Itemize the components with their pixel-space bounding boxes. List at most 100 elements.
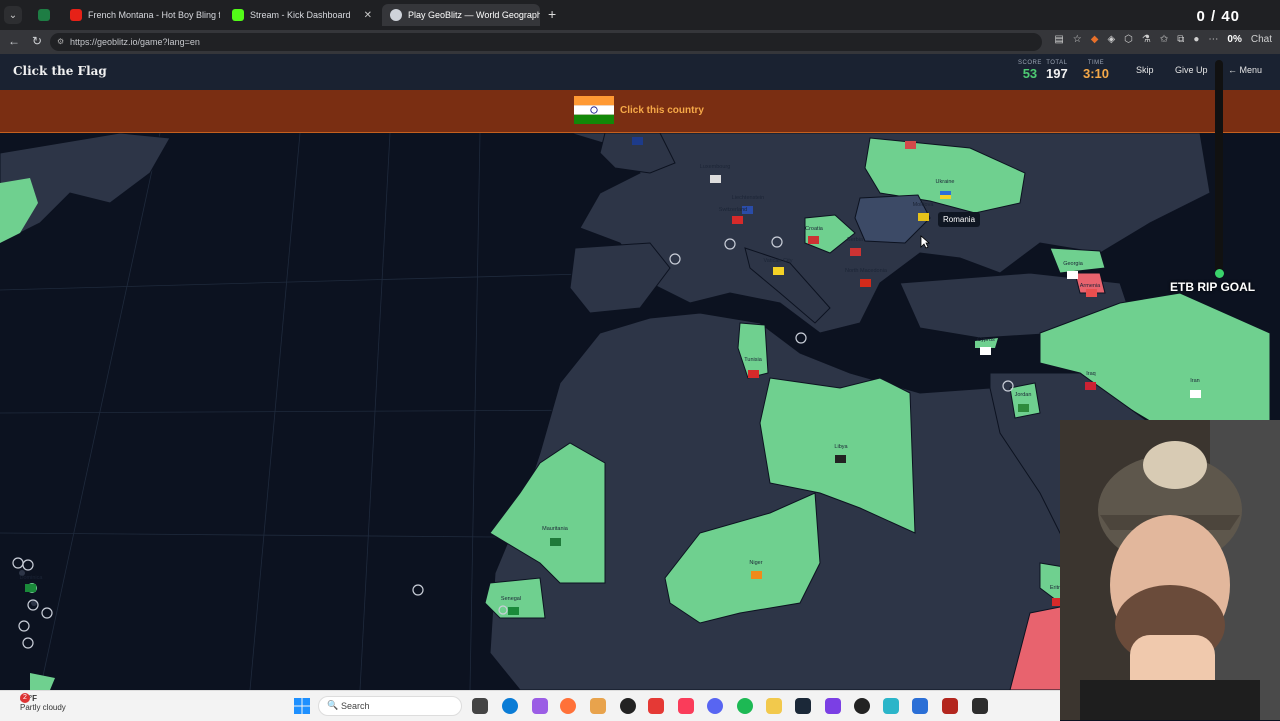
map-label: Liechtenstein [732,195,764,201]
chat-button[interactable]: Chat [1251,34,1272,45]
taskbar-search[interactable]: 🔍 Search [318,696,462,716]
reader-icon[interactable]: ▤ [1054,34,1063,45]
map-label: Georgia [1063,261,1084,267]
address-bar-row: ← ↻ ⚙ https://geoblitz.io/game?lang=en ▤… [0,30,1280,54]
map-label: Vatican City [764,258,793,264]
back-icon[interactable]: ← [8,34,20,48]
kick-icon [232,9,244,21]
app-teal-icon[interactable] [883,698,899,714]
map-label: Serbia [847,237,864,243]
url-text: https://geoblitz.io/game?lang=en [70,37,200,47]
fx-icon[interactable] [912,698,928,714]
goal-progress-bar [1215,60,1224,278]
score-value: 53 [1022,66,1038,81]
tab-list-icon[interactable]: ⌄ [4,6,22,24]
nvidia-icon[interactable] [972,698,988,714]
notification-badge: 2 [20,693,30,703]
app-purple-icon[interactable] [825,698,841,714]
steam-icon[interactable] [795,698,811,714]
discord-icon[interactable] [707,698,723,714]
target-flag-india [574,96,614,124]
weather-desc: Partly cloudy [20,703,66,712]
extension-fox-icon[interactable]: ◆ [1091,34,1099,45]
extension-flask-icon[interactable]: ⚗ [1142,34,1151,45]
map-label: Ukraine [936,179,955,185]
youtube-icon [70,9,82,21]
obs-icon[interactable] [620,698,636,714]
windows-start-icon[interactable] [294,698,310,714]
tab-label: French Montana - Hot Boy Bling ft [88,10,220,20]
reload-icon[interactable]: ↻ [32,34,42,48]
site-info-icon[interactable]: ⚙ [57,37,64,46]
url-input[interactable]: ⚙ https://geoblitz.io/game?lang=en [50,33,1042,51]
map-label: Iran [1190,378,1199,384]
browser-tab-bar: ⌄ French Montana - Hot Boy Bling ft ✕ St… [0,0,1280,30]
game-header: Click the Flag SCORE 53 TOTAL 197 TIME 3… [0,54,1280,91]
favorites-icon[interactable]: ✩ [1160,34,1168,45]
game-title: Click the Flag [13,64,107,78]
hover-tooltip: Romania [938,212,981,227]
collections-icon[interactable]: ⧉ [1177,34,1184,45]
map-label: Senegal [501,596,521,602]
total-value: 197 [1046,66,1068,81]
tab-kick[interactable]: Stream - Kick Dashboard ✕ [224,4,380,26]
app-red-icon[interactable] [648,698,664,714]
goal-progress-dot [1215,269,1224,278]
search-icon: 🔍 [327,700,339,710]
webcam-feed [1060,420,1280,720]
goal-overlay-text: ETB RIP GOAL [1170,280,1256,294]
prompt-text: Click this country [620,105,704,116]
map-label: Dominica [20,575,44,581]
map-label: Tunisia [744,357,762,363]
map-label: Luxembourg [700,164,731,170]
map-label: Cyprus [977,337,995,343]
star-icon[interactable]: ☆ [1073,34,1082,45]
give-up-button[interactable]: Give Up [1175,65,1208,75]
photos-icon[interactable] [590,698,606,714]
tab-label: Play GeoBlitz — World Geography [408,10,540,20]
sheets-icon [38,9,50,21]
map-label: North Macedonia [845,268,888,274]
edge-icon[interactable] [502,698,518,714]
map-label: Iraq [1086,371,1095,377]
profile-avatar[interactable]: ● [1193,34,1199,45]
map-label: Croatia [805,226,824,232]
firefox-icon[interactable] [560,698,576,714]
map-label: Switzerland [719,207,747,213]
tab-geoblitz[interactable]: Play GeoBlitz — World Geography ✕ [382,4,540,26]
total-stat: TOTAL 197 [1046,60,1068,81]
extension-puzzle-icon[interactable]: ⬡ [1124,34,1133,45]
os-taskbar: 80°F Partly cloudy 2 🔍 Search [0,690,1060,721]
new-tab-icon[interactable]: + [548,6,556,22]
skip-button[interactable]: Skip [1136,65,1154,75]
task-view-icon[interactable] [472,698,488,714]
map-label: Jordan [1015,392,1032,398]
copilot-icon[interactable] [532,698,548,714]
taskbar-search-label: Search [341,701,370,711]
tab-youtube[interactable]: French Montana - Hot Boy Bling ft ✕ [62,4,220,26]
mouse-cursor-icon [920,235,930,249]
file-explorer-icon[interactable] [766,698,782,714]
spotify-icon[interactable] [737,698,753,714]
tab-pinned[interactable] [30,4,58,26]
score-stat: SCORE 53 [1018,60,1042,81]
map-label: Niger [749,560,762,566]
extension-percent[interactable]: 0% [1227,34,1241,45]
extension-toolbar: ▤ ☆ ◆ ◈ ⬡ ⚗ ✩ ⧉ ● ⋯ 0% Chat [1054,34,1272,45]
extension-shield-icon[interactable]: ◈ [1107,34,1115,45]
map-label: Mauritania [542,526,569,532]
music-icon[interactable] [678,698,694,714]
more-icon[interactable]: ⋯ [1208,34,1218,45]
menu-button[interactable]: ← Menu [1228,65,1262,75]
streamer-image [1060,420,1280,720]
close-icon[interactable]: ✕ [364,10,372,21]
app-valorant-icon[interactable] [942,698,958,714]
map-label: Libya [834,444,848,450]
map-label: Armenia [1080,283,1101,289]
tab-label: Stream - Kick Dashboard [250,10,351,20]
app-dark-icon[interactable] [854,698,870,714]
stream-counter: 0 / 40 [1196,8,1240,25]
time-stat: TIME 3:10 [1083,60,1109,81]
map-label: Moldova [913,202,935,208]
time-value: 3:10 [1083,66,1110,81]
